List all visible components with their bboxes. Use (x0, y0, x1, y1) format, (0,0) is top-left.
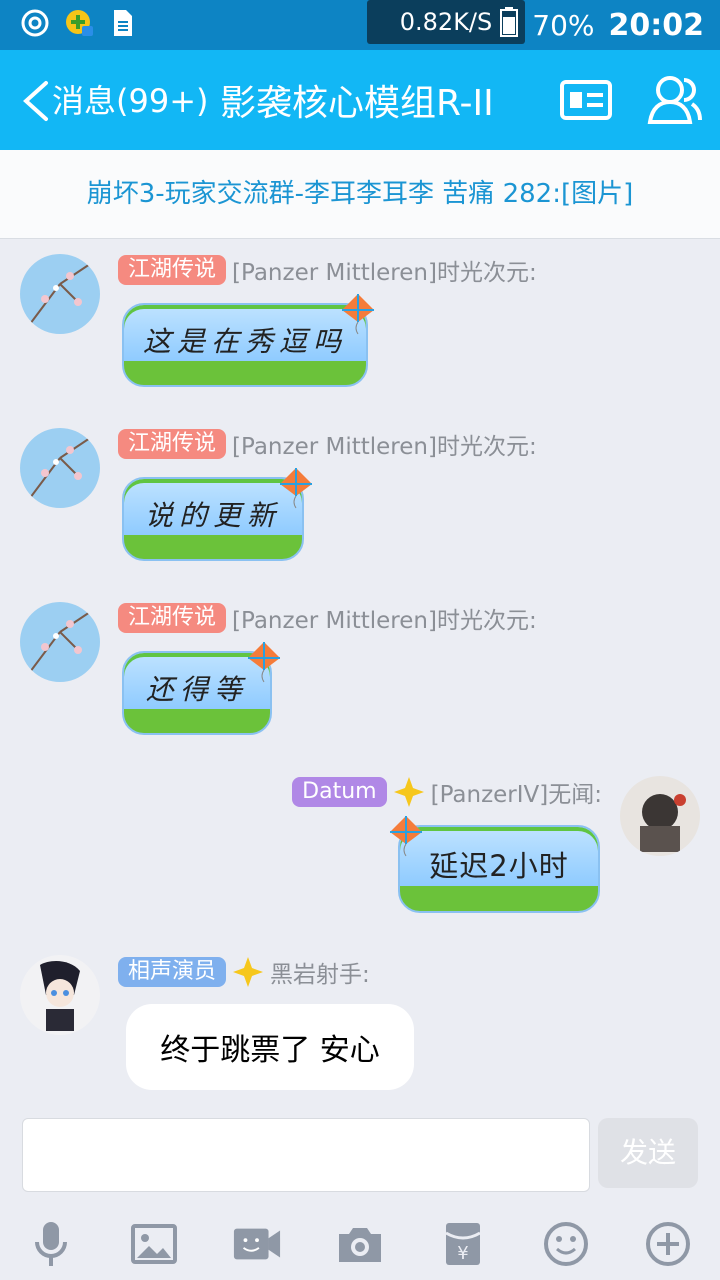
kite-decoration-icon (248, 642, 280, 683)
plus-icon[interactable] (643, 1219, 693, 1269)
group-card-icon[interactable] (560, 78, 612, 122)
netease-icon (20, 8, 50, 38)
message-meta: 相声演员 黑岩射手: (118, 955, 370, 989)
message-input[interactable] (22, 1118, 590, 1192)
star-level-icon (393, 777, 424, 807)
message-bubble[interactable]: 这是在秀逗吗 (122, 303, 368, 387)
sender-name[interactable]: [PanzerIV]无闻: (431, 775, 602, 809)
send-button[interactable]: 发送 (598, 1118, 698, 1188)
message-meta: Datum [PanzerIV]无闻: (292, 775, 602, 809)
status-bar: 0.82K/S 70% 20:02 (0, 0, 720, 50)
avatar[interactable] (20, 428, 100, 508)
message-text: 说的更新 (144, 499, 281, 532)
game-icon (64, 8, 94, 38)
redpacket-icon[interactable]: ¥ (438, 1219, 488, 1269)
avatar[interactable] (20, 254, 100, 334)
group-members-icon[interactable] (646, 74, 704, 126)
input-toolbar: ¥ (0, 1208, 720, 1280)
kite-decoration-icon (280, 468, 312, 509)
back-button[interactable]: 消息(99+) (52, 76, 209, 122)
back-arrow-icon[interactable] (18, 80, 54, 122)
clock: 20:02 (608, 7, 705, 43)
member-badge: 相声演员 (118, 957, 227, 987)
svg-text:¥: ¥ (457, 1243, 468, 1264)
battery-icon (500, 6, 519, 44)
message-meta: 江湖传说 [Panzer Mittleren]时光次元: (118, 427, 537, 461)
sender-name[interactable]: [Panzer Mittleren]时光次元: (232, 427, 537, 461)
emoji-icon[interactable] (541, 1219, 591, 1269)
video-icon[interactable] (232, 1219, 282, 1269)
member-badge: 江湖传说 (118, 603, 227, 633)
kite-decoration-icon (390, 816, 422, 857)
message-text: 这是在秀逗吗 (142, 325, 347, 358)
sim-icon (108, 8, 138, 38)
sender-name[interactable]: 黑岩射手: (270, 955, 370, 989)
sender-name[interactable]: [Panzer Mittleren]时光次元: (232, 253, 537, 287)
camera-icon[interactable] (335, 1219, 385, 1269)
message-bubble[interactable]: 终于跳票了 安心 (126, 1004, 414, 1090)
sender-name[interactable]: [Panzer Mittleren]时光次元: (232, 601, 537, 635)
image-icon[interactable] (129, 1219, 179, 1269)
member-badge: Datum (292, 777, 387, 807)
message-bubble[interactable]: 延迟2小时 (398, 825, 600, 913)
member-badge: 江湖传说 (118, 255, 227, 285)
avatar[interactable] (20, 955, 100, 1035)
member-badge: 江湖传说 (118, 429, 227, 459)
message-meta: 江湖传说 [Panzer Mittleren]时光次元: (118, 601, 537, 635)
kite-decoration-icon (342, 294, 374, 335)
chat-title: 影袭核心模组R-II (220, 83, 494, 124)
mic-icon[interactable] (26, 1219, 76, 1269)
avatar[interactable] (20, 602, 100, 682)
message-bubble[interactable]: 说的更新 (122, 477, 304, 561)
star-level-icon (233, 957, 264, 987)
self-avatar[interactable] (620, 776, 700, 856)
message-meta: 江湖传说 [Panzer Mittleren]时光次元: (118, 253, 537, 287)
message-text: 延迟2小时 (429, 849, 569, 883)
battery-level: 70% (532, 8, 595, 42)
group-notice-bar[interactable]: 崩坏3-玩家交流群-李耳李耳李 苦痛 282:[图片] (0, 150, 720, 239)
title-bar: 消息(99+) 影袭核心模组R-II (0, 50, 720, 150)
